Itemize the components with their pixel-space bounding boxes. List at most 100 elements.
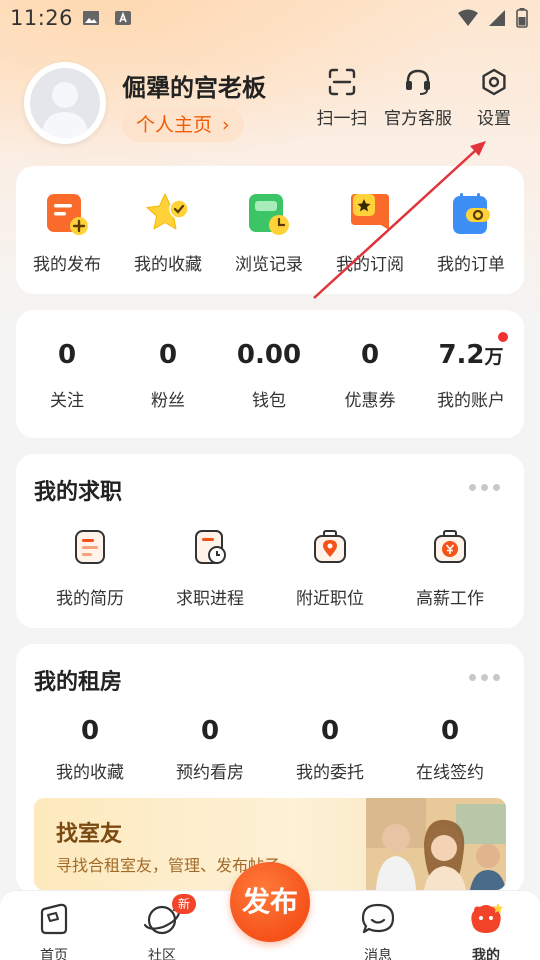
rent-item-label: 我的收藏: [56, 763, 124, 783]
resume-icon: [75, 530, 105, 564]
headset-icon: [406, 69, 430, 95]
account-unit: 万: [484, 346, 504, 368]
nearby-jobs-icon: [314, 530, 346, 563]
nav-messages[interactable]: 消息: [338, 901, 418, 960]
banner-title: 找室友: [56, 822, 123, 847]
job-item-label: 我的简历: [56, 589, 124, 609]
battery-icon: [516, 8, 528, 28]
quick-link-subscriptions[interactable]: 我的订阅: [320, 192, 420, 275]
quick-link-orders[interactable]: 我的订单: [421, 192, 521, 275]
stat-value: 0.00: [236, 340, 302, 370]
stat-label: 关注: [50, 391, 84, 411]
subscription-icon: [351, 194, 389, 230]
job-item-progress[interactable]: 求职进程: [150, 528, 270, 609]
stat-label: 粉丝: [151, 391, 185, 411]
nav-profile[interactable]: 我的: [446, 901, 526, 960]
nav-label: 消息: [364, 948, 392, 960]
quick-link-my-posts[interactable]: 我的发布: [17, 192, 117, 275]
job-item-label: 求职进程: [176, 589, 244, 609]
high-salary-icon: [434, 530, 466, 563]
home-icon: [40, 903, 68, 935]
scan-label: 扫一扫: [316, 109, 368, 129]
stat-my-account[interactable]: 7.2万 我的账户: [421, 340, 521, 411]
account-value: 7.2: [438, 340, 485, 370]
stat-value: 0: [360, 340, 380, 370]
personal-homepage-button[interactable]: 个人主页 ›: [122, 108, 244, 142]
rent-item-value: 0: [200, 716, 220, 746]
settings-label: 设置: [477, 109, 511, 129]
more-icon[interactable]: [469, 674, 500, 681]
quick-link-label: 我的收藏: [134, 255, 202, 275]
stat-label: 钱包: [252, 391, 286, 411]
new-badge: 新: [172, 894, 196, 914]
gallery-notification-icon: [83, 11, 99, 25]
message-icon: [361, 903, 395, 934]
personal-homepage-label: 个人主页: [136, 114, 213, 136]
quick-links-card: 我的发布 我的收藏 浏览记录 我的订阅 我的订单: [16, 166, 524, 294]
quick-link-history[interactable]: 浏览记录: [219, 192, 319, 275]
job-section-title: 我的求职: [34, 480, 123, 505]
job-item-label: 高薪工作: [416, 589, 484, 609]
job-item-high-salary[interactable]: 高薪工作: [390, 528, 510, 609]
job-progress-icon: [195, 530, 226, 564]
rental-card: 我的租房 0 我的收藏 0 预约看房 0 我的委托 0 在线签约 找室友 寻找合…: [16, 644, 524, 894]
rent-item-online-sign[interactable]: 0 在线签约: [390, 716, 510, 783]
rent-item-viewing[interactable]: 0 预约看房: [150, 716, 270, 783]
chevron-right-icon: ›: [222, 114, 230, 136]
job-item-label: 附近职位: [296, 589, 364, 609]
stat-fans[interactable]: 0 粉丝: [118, 340, 218, 411]
stat-label: 我的账户: [437, 391, 505, 411]
job-search-card: 我的求职 我的简历 求职进程 附近职位 高薪工作: [16, 454, 524, 628]
user-name[interactable]: 倔犟的宫老板: [122, 68, 266, 103]
stat-wallet[interactable]: 0.00 钱包: [219, 340, 319, 411]
job-item-nearby[interactable]: 附近职位: [270, 528, 390, 609]
settings-icon: [482, 68, 506, 96]
order-icon: [453, 193, 490, 234]
scan-icon: [328, 68, 356, 96]
account-stats-card: 0 关注 0 粉丝 0.00 钱包 0 优惠券 7.2万 我的账户: [16, 310, 524, 438]
rent-item-favorites[interactable]: 0 我的收藏: [30, 716, 150, 783]
rent-item-label: 在线签约: [416, 763, 484, 783]
rent-item-entrust[interactable]: 0 我的委托: [270, 716, 390, 783]
status-time: 11:26: [10, 6, 74, 30]
signal-icon: [489, 10, 505, 26]
wifi-icon: [458, 9, 478, 26]
quick-link-label: 浏览记录: [235, 255, 303, 275]
nav-label: 首页: [40, 948, 68, 960]
nav-label: 我的: [472, 948, 500, 960]
quick-link-favorites[interactable]: 我的收藏: [118, 192, 218, 275]
settings-button[interactable]: 设置: [454, 68, 534, 129]
stat-label: 优惠券: [344, 391, 396, 411]
scan-button[interactable]: 扫一扫: [302, 68, 382, 129]
default-avatar-icon: [41, 82, 89, 138]
stat-following[interactable]: 0 关注: [17, 340, 117, 411]
status-bar: 11:26: [0, 0, 540, 36]
rent-item-value: 0: [440, 716, 460, 746]
customer-service-button[interactable]: 官方客服: [378, 68, 458, 129]
quick-link-label: 我的订阅: [336, 255, 404, 275]
profile-icon: [471, 903, 503, 933]
nav-label: 社区: [148, 948, 176, 960]
quick-link-label: 我的订单: [437, 255, 505, 275]
stat-value: 0: [158, 340, 178, 370]
notification-dot: [498, 332, 508, 342]
rent-item-label: 我的委托: [296, 763, 364, 783]
stat-value: 0: [57, 340, 77, 370]
customer-service-label: 官方客服: [384, 109, 452, 129]
roommates-photo: [366, 798, 506, 890]
job-item-resume[interactable]: 我的简历: [30, 528, 150, 609]
nav-home[interactable]: 首页: [14, 901, 94, 960]
star-icon: [146, 193, 189, 230]
quick-link-label: 我的发布: [33, 255, 101, 275]
app-notification-icon: [115, 11, 131, 25]
rent-section-title: 我的租房: [34, 670, 123, 695]
stat-value: 7.2万: [421, 340, 521, 374]
avatar[interactable]: [24, 62, 106, 144]
more-icon[interactable]: [469, 484, 500, 491]
rent-item-label: 预约看房: [176, 763, 244, 783]
rent-item-value: 0: [80, 716, 100, 746]
publish-button[interactable]: 发布: [230, 862, 310, 942]
stat-coupons[interactable]: 0 优惠券: [320, 340, 420, 411]
history-icon: [249, 194, 289, 235]
my-posts-icon: [47, 194, 88, 235]
